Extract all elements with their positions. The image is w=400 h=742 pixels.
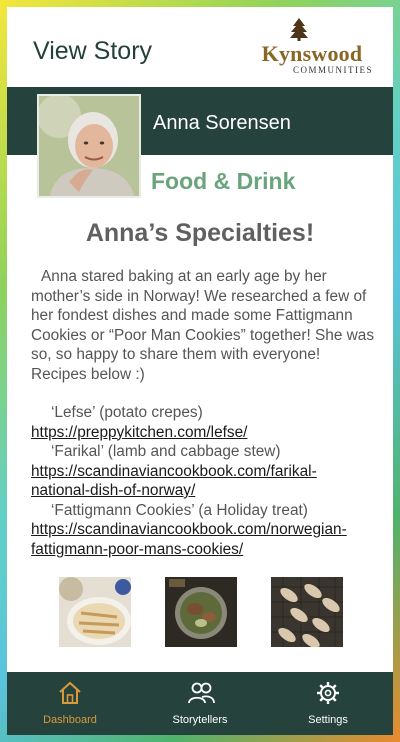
tree-icon bbox=[290, 18, 308, 41]
tab-dashboard-label: Dashboard bbox=[43, 714, 97, 726]
people-icon bbox=[188, 682, 215, 704]
logo-name: Kynswood bbox=[261, 41, 363, 66]
tab-settings-label: Settings bbox=[308, 714, 348, 726]
farikal-photo[interactable] bbox=[165, 577, 237, 647]
recipe-link-farikal[interactable]: https://scandinaviancookbook.com/farikal… bbox=[31, 462, 375, 501]
tab-settings[interactable]: Settings bbox=[273, 672, 383, 735]
tab-storytellers[interactable]: Storytellers bbox=[145, 672, 255, 735]
story-body: Anna stared baking at an early age by he… bbox=[31, 267, 375, 559]
recipe-link-lefse[interactable]: https://preppykitchen.com/lefse/ bbox=[31, 423, 375, 443]
kynswood-logo: Kynswood COMMUNITIES bbox=[251, 17, 373, 77]
recipe-name-lefse: ‘Lefse’ (potato crepes) bbox=[51, 404, 203, 421]
profile-photo bbox=[37, 94, 141, 198]
tab-storytellers-label: Storytellers bbox=[172, 714, 228, 726]
recipe-name-fattigmann: ‘Fattigmann Cookies’ (a Holiday treat) bbox=[51, 501, 308, 519]
header: View Story Kynswood COMMUNITIES bbox=[7, 7, 393, 87]
logo-subtitle: COMMUNITIES bbox=[292, 65, 373, 75]
story-title: Anna’s Specialties! bbox=[85, 219, 315, 247]
storyteller-name: Anna Sorensen bbox=[153, 112, 291, 134]
fattigmann-image bbox=[271, 577, 343, 647]
elderly-woman-portrait bbox=[39, 96, 139, 196]
recipe-name-farikal: ‘Farikal’ (lamb and cabbage stew) bbox=[51, 443, 281, 460]
lefse-photo[interactable] bbox=[59, 577, 131, 647]
app-screen: View Story Kynswood COMMUNITIES Anna Sor… bbox=[7, 7, 393, 735]
story-category: Food & Drink bbox=[151, 168, 296, 194]
tab-dashboard[interactable]: Dashboard bbox=[15, 672, 125, 735]
home-icon bbox=[59, 681, 81, 704]
gear-icon bbox=[317, 682, 339, 704]
fattigmann-cookies-photo[interactable] bbox=[271, 577, 343, 647]
farikal-image bbox=[165, 577, 237, 647]
tab-bar: Dashboard Storytellers Settings bbox=[7, 672, 393, 735]
lefse-image bbox=[59, 577, 131, 647]
recipe-link-fattigmann[interactable]: https://scandinaviancookbook.com/norwegi… bbox=[31, 520, 375, 559]
story-intro: Anna stared baking at an early age by he… bbox=[31, 268, 375, 383]
page-title: View Story bbox=[33, 37, 153, 65]
